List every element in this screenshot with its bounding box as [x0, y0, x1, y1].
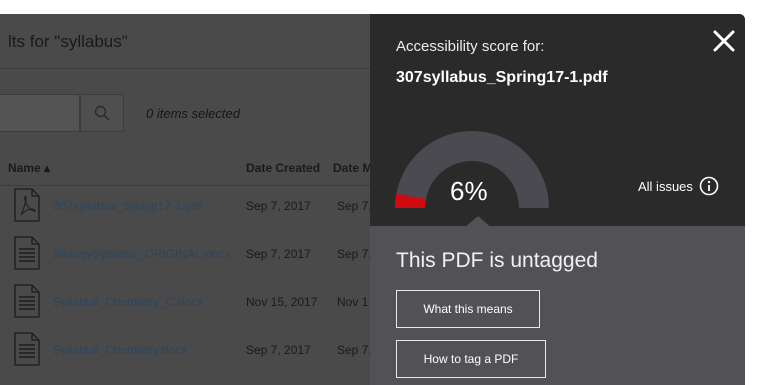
close-button[interactable]: [710, 27, 738, 55]
all-issues-link[interactable]: All issues: [638, 176, 719, 196]
search-button[interactable]: [80, 94, 124, 132]
close-icon: [713, 30, 735, 52]
score-label: Accessibility score for:: [396, 38, 545, 55]
file-name-link[interactable]: Syllabus_Chemistry_C.docx: [53, 295, 203, 309]
info-icon: [699, 176, 719, 196]
app-frame: lts for "syllabus" 0 items selected Name…: [0, 14, 745, 385]
file-name-title: 307syllabus_Spring17-1.pdf: [396, 69, 608, 86]
document-file-icon: [14, 236, 40, 270]
document-file-icon: [14, 332, 40, 366]
table-row[interactable]: 307syllabus_Spring17-1.pdf Sep 7, 2017 S…: [0, 188, 372, 236]
accessibility-panel: Accessibility score for: 307syllabus_Spr…: [370, 14, 745, 385]
date-created: Sep 7, 2017: [246, 199, 311, 213]
column-header-date-modified[interactable]: Date M: [333, 161, 372, 175]
gauge-pointer: [464, 216, 492, 228]
date-modified: Sep 7,: [337, 199, 372, 213]
status-heading: This PDF is untagged: [396, 249, 598, 272]
search-results-title: lts for "syllabus": [8, 32, 128, 51]
file-name-link[interactable]: 307syllabus_Spring17-1.pdf: [53, 199, 202, 213]
divider: [0, 185, 372, 186]
table-row[interactable]: BiologySyllabus_ORIGINAL.docx Sep 7, 201…: [0, 236, 372, 284]
column-header-name[interactable]: Name ▴: [8, 161, 50, 175]
gauge-fill: [395, 193, 426, 208]
score-percent: 6%: [450, 176, 488, 206]
column-header-date-created[interactable]: Date Created: [246, 161, 320, 175]
divider: [0, 68, 372, 69]
date-modified: Sep 7,: [337, 343, 372, 357]
file-name-link[interactable]: BiologySyllabus_ORIGINAL.docx: [53, 247, 230, 261]
search-input[interactable]: [0, 94, 80, 132]
date-created: Nov 15, 2017: [246, 295, 318, 309]
all-issues-label: All issues: [638, 178, 693, 194]
table-row[interactable]: Syllabus_Chemistry.docx Sep 7, 2017 Sep …: [0, 332, 372, 380]
date-created: Sep 7, 2017: [246, 247, 311, 261]
what-this-means-button[interactable]: What this means: [396, 290, 540, 328]
how-to-tag-button[interactable]: How to tag a PDF: [396, 340, 546, 378]
file-browser: lts for "syllabus" 0 items selected Name…: [0, 14, 372, 385]
date-modified: Nov 1: [337, 295, 369, 309]
table-row[interactable]: Syllabus_Chemistry_C.docx Nov 15, 2017 N…: [0, 284, 372, 332]
document-file-icon: [14, 284, 40, 318]
selection-count: 0 items selected: [146, 106, 240, 121]
pdf-file-icon: [14, 188, 40, 222]
date-created: Sep 7, 2017: [246, 343, 311, 357]
date-modified: Sep 7,: [337, 247, 372, 261]
file-name-link[interactable]: Syllabus_Chemistry.docx: [53, 343, 187, 357]
search-icon: [94, 105, 110, 121]
